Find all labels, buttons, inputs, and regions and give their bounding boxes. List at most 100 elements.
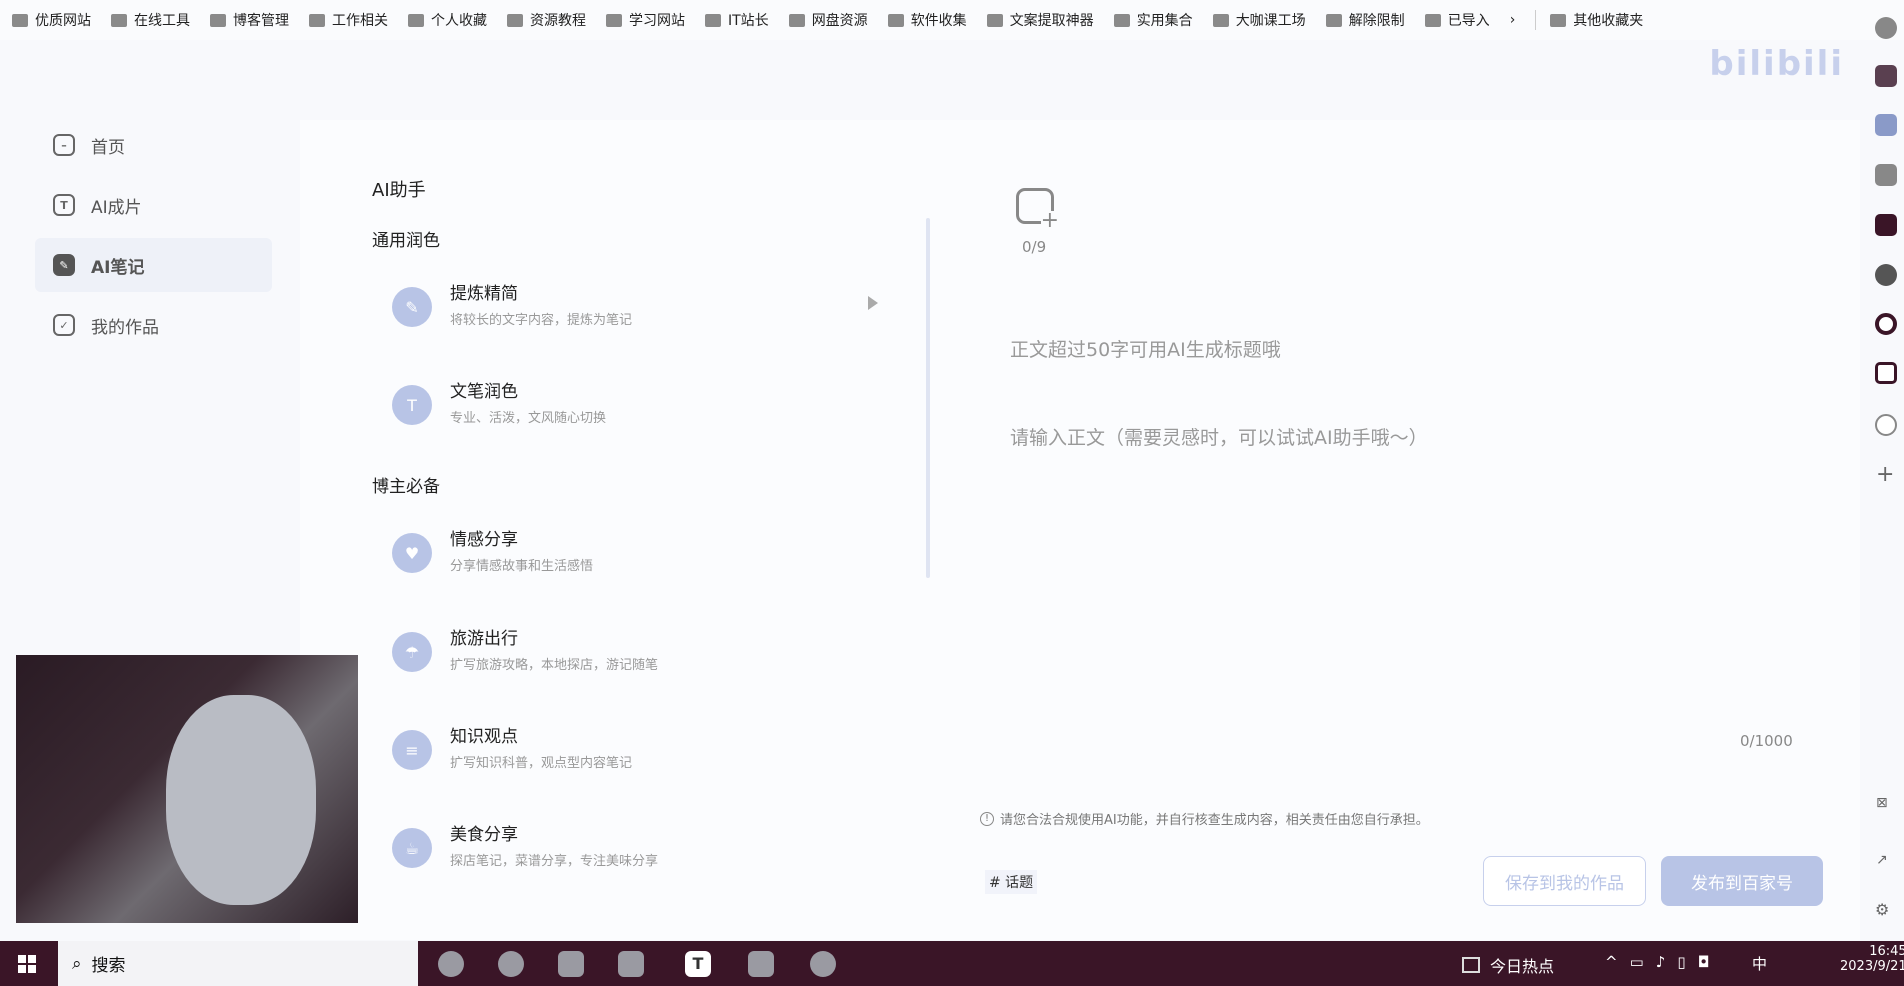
bookmark-item[interactable]: 网盘资源 bbox=[788, 10, 868, 30]
sidebar-item[interactable]: ✎ AI笔记 bbox=[35, 238, 272, 292]
send-icon[interactable] bbox=[1875, 164, 1897, 186]
bookmark-item[interactable]: 已导入 bbox=[1424, 10, 1490, 30]
windows-start-icon[interactable] bbox=[18, 955, 36, 973]
bookmark-label: 资源教程 bbox=[530, 13, 586, 29]
close-panel-icon[interactable]: ⊠ bbox=[1876, 795, 1888, 811]
bookmark-item[interactable]: 软件收集 bbox=[887, 10, 967, 30]
folder-icon bbox=[1424, 13, 1441, 27]
assistant-item-title: 旅游出行 bbox=[450, 629, 518, 649]
save-to-works-button[interactable]: 保存到我的作品 bbox=[1483, 856, 1646, 906]
publish-button[interactable]: 发布到百家号 bbox=[1661, 856, 1823, 906]
topic-button[interactable]: # 话题 bbox=[985, 870, 1038, 894]
search-app-icon[interactable] bbox=[1875, 264, 1897, 286]
other-bookmarks[interactable]: 其他收藏夹 bbox=[1550, 10, 1643, 30]
folder-icon[interactable] bbox=[748, 951, 774, 977]
app-flower-icon[interactable] bbox=[810, 951, 836, 977]
assistant-item[interactable]: ≡ 知识观点扩写知识科普，观点型内容笔记 bbox=[392, 727, 892, 800]
bookmarks-bar: 优质网站 在线工具 博客管理 工作相关 个人收藏 资源教程 学习网站 IT站长 网盘资源 软件收集… bbox=[0, 0, 1904, 40]
folder-icon bbox=[1113, 13, 1130, 27]
gear-icon[interactable]: ⚙ bbox=[1875, 900, 1889, 919]
bookmark-item[interactable]: 实用集合 bbox=[1113, 10, 1193, 30]
sidebar-item-label: AI笔记 bbox=[91, 257, 145, 278]
folder-icon bbox=[606, 13, 622, 27]
home-icon: – bbox=[53, 134, 75, 156]
add-image-icon[interactable]: + bbox=[1016, 188, 1059, 232]
bookmark-label: 网盘资源 bbox=[811, 13, 868, 29]
ime-indicator[interactable]: 中 bbox=[1752, 953, 1767, 974]
games-icon[interactable] bbox=[1875, 362, 1897, 384]
assistant-item-title: 知识观点 bbox=[450, 727, 518, 747]
bookmarks-overflow-button[interactable]: › bbox=[1510, 12, 1516, 28]
bookmark-item[interactable]: 大咖课工场 bbox=[1212, 10, 1306, 30]
assistant-item-icon: T bbox=[392, 385, 432, 425]
tray-icons[interactable]: ^▭♪▯◘ bbox=[1605, 953, 1721, 971]
bookmark-item[interactable]: 学习网站 bbox=[606, 10, 685, 30]
assistant-item[interactable]: ☕ 美食分享 探店笔记，菜谱分享，专注美味分享 bbox=[392, 825, 892, 898]
sidebar-item[interactable]: ✓ 我的作品 bbox=[35, 298, 272, 352]
scrollbar[interactable] bbox=[926, 218, 930, 578]
assistant-item-desc: 探店笔记，菜谱分享，专注美味分享 bbox=[450, 854, 659, 869]
char-count: 0/1000 bbox=[1740, 732, 1793, 750]
divider bbox=[1535, 10, 1537, 30]
outlook-icon[interactable] bbox=[1875, 114, 1897, 136]
presenter-face bbox=[166, 695, 316, 905]
bookmark-item[interactable]: 工作相关 bbox=[309, 10, 388, 30]
bookmark-label: 文案提取神器 bbox=[1009, 13, 1094, 29]
bookmark-label: 工作相关 bbox=[332, 13, 388, 29]
assistant-item-icon: ≡ bbox=[392, 730, 432, 770]
assistant-item-title: 情感分享 bbox=[450, 530, 518, 550]
news-label: 今日热点 bbox=[1490, 957, 1555, 976]
bookmark-item[interactable]: 个人收藏 bbox=[408, 10, 487, 30]
bookmark-item[interactable]: 解除限制 bbox=[1325, 10, 1405, 30]
taskbar-search[interactable]: ⌕ 搜索 bbox=[58, 941, 418, 986]
bookmark-item[interactable]: 文案提取神器 bbox=[986, 10, 1094, 30]
sidebar-item-label: 首页 bbox=[91, 137, 125, 158]
assistant-item[interactable]: ☂ 旅游出行 扩写旅游攻略，本地探店，游记随笔 bbox=[392, 629, 892, 702]
sidebar-item[interactable]: – 首页 bbox=[35, 118, 272, 172]
typora-icon[interactable]: T bbox=[685, 951, 711, 977]
folder-icon bbox=[210, 13, 226, 27]
folder-icon bbox=[408, 13, 424, 27]
assistant-item[interactable]: T 文笔润色 专业、活泼，文风随心切换 bbox=[392, 382, 892, 455]
chrome-icon[interactable] bbox=[498, 951, 524, 977]
time: 16:45 bbox=[1869, 944, 1904, 959]
settings-app-icon[interactable] bbox=[1875, 414, 1897, 436]
toolbox-icon[interactable] bbox=[1875, 65, 1897, 87]
assistant-item-desc: 扩写知识科普，观点型内容笔记 bbox=[450, 756, 633, 771]
app-icon[interactable] bbox=[1875, 214, 1897, 236]
folder-icon bbox=[1550, 13, 1567, 27]
assistant-title: AI助手 bbox=[372, 180, 426, 201]
browser-side-toolbar: + ⊠ ↗ ⚙ bbox=[1866, 0, 1904, 941]
my-works-icon: ✓ bbox=[53, 314, 75, 336]
title-input[interactable]: 正文超过50字可用AI生成标题哦 bbox=[1010, 335, 1281, 362]
bookmark-label: 软件收集 bbox=[910, 13, 967, 29]
bookmark-item[interactable]: IT站长 bbox=[705, 10, 769, 30]
bookmark-label: 解除限制 bbox=[1348, 13, 1405, 29]
bookmark-label: 优质网站 bbox=[35, 13, 91, 29]
image-count: 0/9 bbox=[1022, 238, 1047, 256]
edge-beta-icon[interactable] bbox=[438, 951, 464, 977]
clock[interactable]: 16:45 2023/9/21 bbox=[1840, 944, 1904, 974]
date: 2023/9/21 bbox=[1840, 959, 1904, 974]
loop-icon[interactable] bbox=[1875, 313, 1897, 335]
add-icon[interactable]: + bbox=[1876, 462, 1894, 487]
section-heading: 通用润色 bbox=[372, 231, 440, 251]
search-icon[interactable] bbox=[1875, 17, 1897, 39]
external-link-icon[interactable]: ↗ bbox=[1876, 852, 1888, 868]
assistant-item-title: 提炼精简 bbox=[450, 284, 518, 304]
play-arrow-icon[interactable] bbox=[868, 296, 878, 310]
bookmark-item[interactable]: 博客管理 bbox=[210, 10, 289, 30]
news-widget[interactable]: 今日热点 bbox=[1462, 953, 1554, 977]
assistant-item[interactable]: ♥ 情感分享 分享情感故事和生活感悟 bbox=[392, 530, 892, 603]
notepad-icon[interactable] bbox=[558, 951, 584, 977]
bookmark-item[interactable]: 在线工具 bbox=[111, 10, 190, 30]
assistant-item[interactable]: ✎ 提炼精简 将较长的文字内容，提炼为笔记 bbox=[392, 284, 892, 357]
sidebar-item[interactable]: T AI成片 bbox=[35, 178, 272, 232]
sidebar-item-label: 我的作品 bbox=[91, 317, 159, 338]
search-icon: ⌕ bbox=[72, 953, 82, 974]
bookmark-item[interactable]: 资源教程 bbox=[507, 10, 586, 30]
taskbar: ⌕ 搜索 T 今日热点 ^▭♪▯◘ 中 16:45 2023/9/21 bbox=[0, 941, 1904, 986]
bookmark-item[interactable]: 优质网站 bbox=[12, 10, 91, 30]
app-icon[interactable] bbox=[618, 951, 644, 977]
body-input[interactable]: 请输入正文（需要灵感时，可以试试AI助手哦～） bbox=[1010, 423, 1428, 450]
